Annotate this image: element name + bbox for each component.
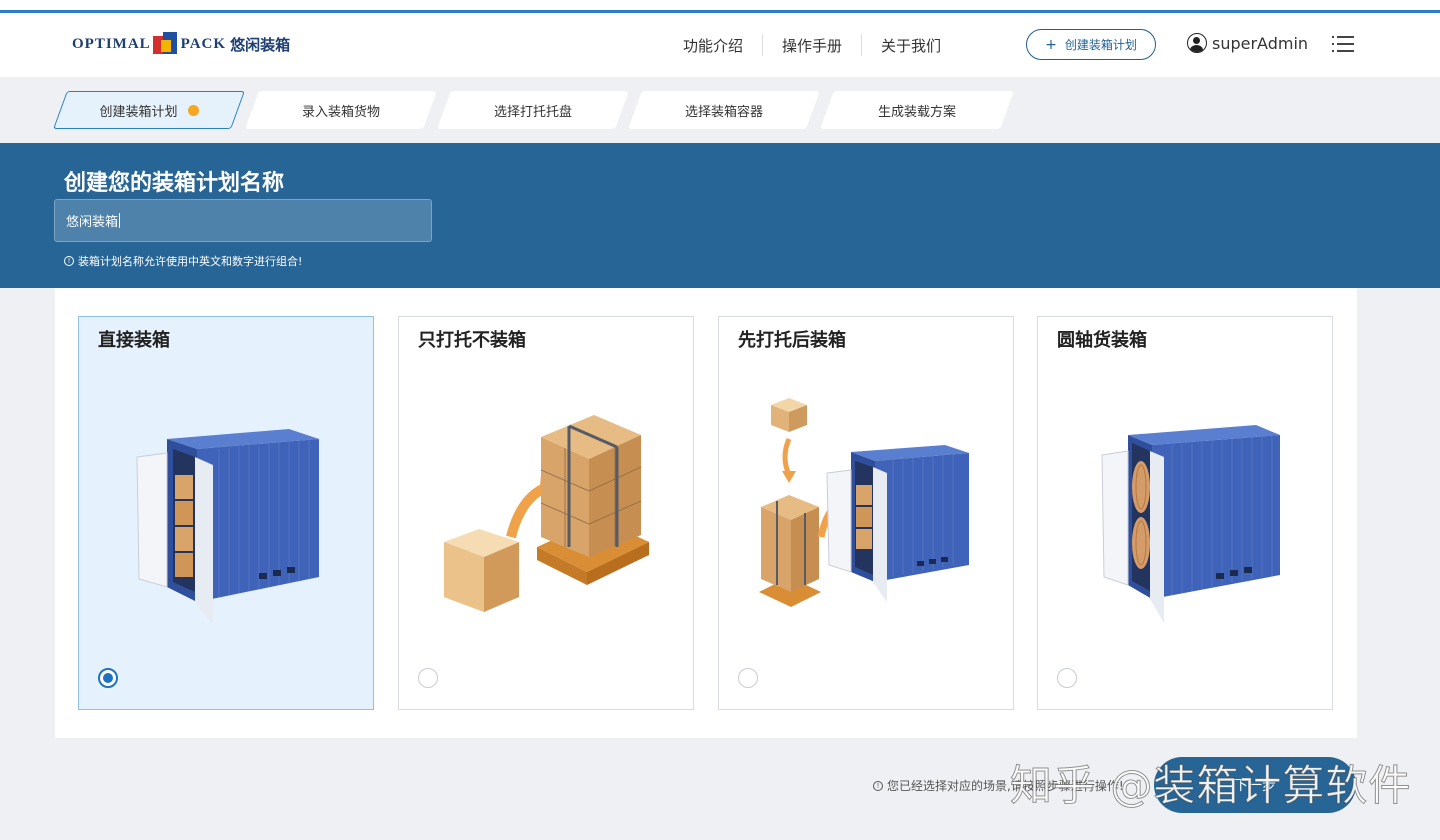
menu-item-features[interactable]: 功能介绍	[664, 35, 762, 56]
user-icon	[1187, 33, 1207, 53]
step-create-plan[interactable]: 创建装箱计划	[53, 91, 245, 129]
info-icon: !	[873, 780, 883, 791]
hamburger-menu-icon[interactable]	[1332, 36, 1354, 52]
scenario-title: 只打托不装箱	[418, 330, 526, 351]
scenario-title: 先打托后装箱	[738, 330, 846, 351]
navbar: OPTIMAL PACK 悠闲装箱 功能介绍 操作手册 关于我们 + 创建装箱计…	[0, 13, 1440, 77]
scenario-radio[interactable]	[738, 668, 758, 688]
scenario-title: 圆轴货装箱	[1057, 330, 1147, 351]
page-title: 创建您的装箱计划名称	[64, 171, 285, 196]
create-plan-button[interactable]: + 创建装箱计划	[1026, 29, 1156, 60]
scenario-card-pallet-only[interactable]: 只打托不装箱	[398, 316, 694, 710]
menu-item-manual[interactable]: 操作手册	[763, 35, 861, 56]
step-select-pallet[interactable]: 选择打托托盘	[437, 91, 629, 129]
top-strip	[0, 0, 1440, 10]
scenario-radio[interactable]	[98, 668, 118, 688]
container-rolls-illustration	[1101, 425, 1280, 623]
scenario-card-pallet-then-container[interactable]: 先打托后装箱	[718, 316, 1014, 710]
logo-text-left: OPTIMAL	[72, 35, 151, 52]
plan-name-input[interactable]: 悠闲装箱	[54, 199, 432, 242]
step-enter-cargo[interactable]: 录入装箱货物	[245, 91, 437, 129]
step-select-container[interactable]: 选择装箱容器	[628, 91, 820, 129]
current-step-dot-icon	[187, 104, 199, 116]
pallet-boxes-illustration	[444, 415, 649, 612]
scenario-panel: 直接装箱 只打托不装箱 先打托后装箱 圆轴货装箱	[55, 288, 1357, 738]
scenario-radio[interactable]	[1057, 668, 1077, 688]
username: superAdmin	[1212, 33, 1309, 53]
logo-mark-icon	[152, 32, 179, 56]
plus-icon: +	[1045, 36, 1057, 53]
plan-name-banner: 创建您的装箱计划名称 悠闲装箱 ! 装箱计划名称允许使用中英文和数字进行组合!	[0, 143, 1440, 288]
pallet-to-container-illustration	[759, 398, 969, 607]
step-label: 选择打托托盘	[493, 104, 572, 120]
container-loaded-illustration	[136, 429, 319, 625]
hint-text: 装箱计划名称允许使用中英文和数字进行组合!	[78, 255, 303, 268]
scenario-card-roll-cargo[interactable]: 圆轴货装箱	[1037, 316, 1333, 710]
user-menu[interactable]: superAdmin	[1187, 33, 1308, 53]
step-progress: 创建装箱计划 录入装箱货物 选择打托托盘 选择装箱容器 生成装载方案	[53, 91, 1015, 129]
scenario-title: 直接装箱	[98, 330, 170, 351]
create-plan-label: 创建装箱计划	[1064, 38, 1137, 52]
scenario-card-direct[interactable]: 直接装箱	[78, 316, 374, 710]
step-label: 录入装箱货物	[301, 104, 380, 120]
info-icon: !	[64, 256, 74, 266]
plan-name-hint: ! 装箱计划名称允许使用中英文和数字进行组合!	[64, 253, 302, 269]
text-caret	[119, 213, 121, 228]
watermark: 知乎 @装箱计算软件	[1009, 761, 1412, 811]
step-label: 创建装箱计划	[99, 104, 178, 120]
step-generate-plan[interactable]: 生成装载方案	[820, 91, 1014, 129]
step-label: 选择装箱容器	[684, 104, 763, 120]
logo[interactable]: OPTIMAL PACK 悠闲装箱	[72, 31, 290, 57]
step-label: 生成装载方案	[877, 104, 956, 120]
logo-text-right: PACK	[180, 35, 227, 52]
menu-item-about[interactable]: 关于我们	[862, 35, 960, 56]
main-menu: 功能介绍 操作手册 关于我们	[664, 33, 960, 57]
logo-cn: 悠闲装箱	[230, 35, 291, 54]
plan-name-value: 悠闲装箱	[66, 215, 119, 230]
scenario-radio[interactable]	[418, 668, 438, 688]
